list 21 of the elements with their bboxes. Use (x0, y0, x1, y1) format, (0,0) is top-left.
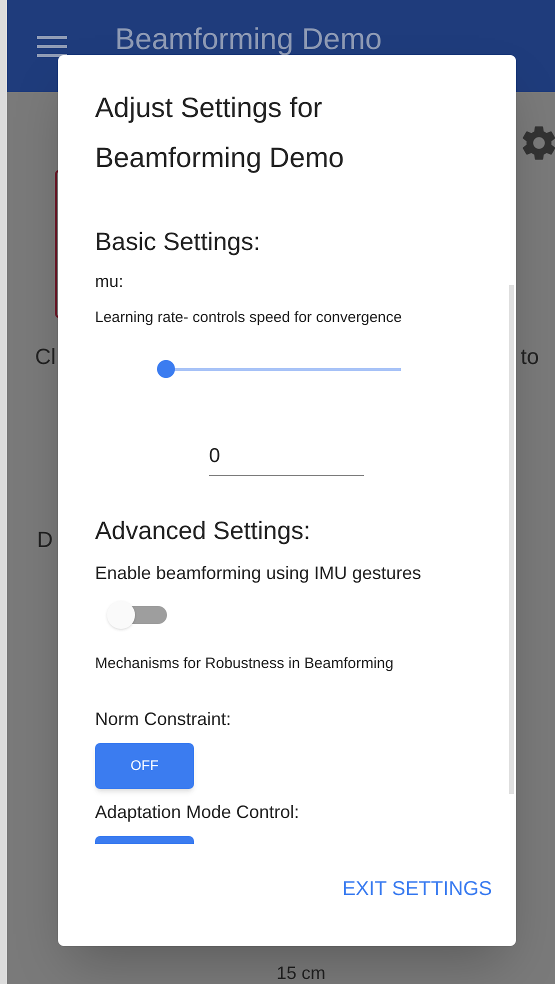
app-title: Beamforming Demo (115, 22, 382, 58)
dialog-title: Adjust Settings for Beamforming Demo (94, 91, 345, 175)
setting-label: Norm Constraint: (95, 708, 232, 730)
norm-constraint-button[interactable]: OFF (95, 742, 194, 788)
setting-label: Enable beamforming using IMU gestures (95, 562, 422, 585)
parameter-label: mu: (95, 271, 124, 293)
background-text: Cl (35, 343, 56, 371)
background-text: to (520, 343, 539, 371)
background-text: D (37, 527, 53, 552)
menu-icon[interactable] (37, 35, 67, 57)
value-field[interactable]: 0 (209, 441, 364, 476)
slider-thumb[interactable] (157, 360, 175, 378)
scrollbar[interactable] (509, 285, 514, 794)
background-text: 15 cm (276, 962, 326, 984)
exit-settings-button[interactable]: EXIT SETTINGS (342, 874, 492, 904)
toggle-switch[interactable] (107, 601, 167, 629)
setting-description: Mechanisms for Robustness in Beamforming (95, 654, 394, 674)
setting-label: Adaptation Mode Control: (95, 800, 300, 824)
parameter-description: Learning rate- controls speed for convergence (95, 308, 403, 328)
section-heading: Basic Settings: (95, 227, 262, 257)
section-heading: Advanced Settings: (95, 516, 312, 546)
